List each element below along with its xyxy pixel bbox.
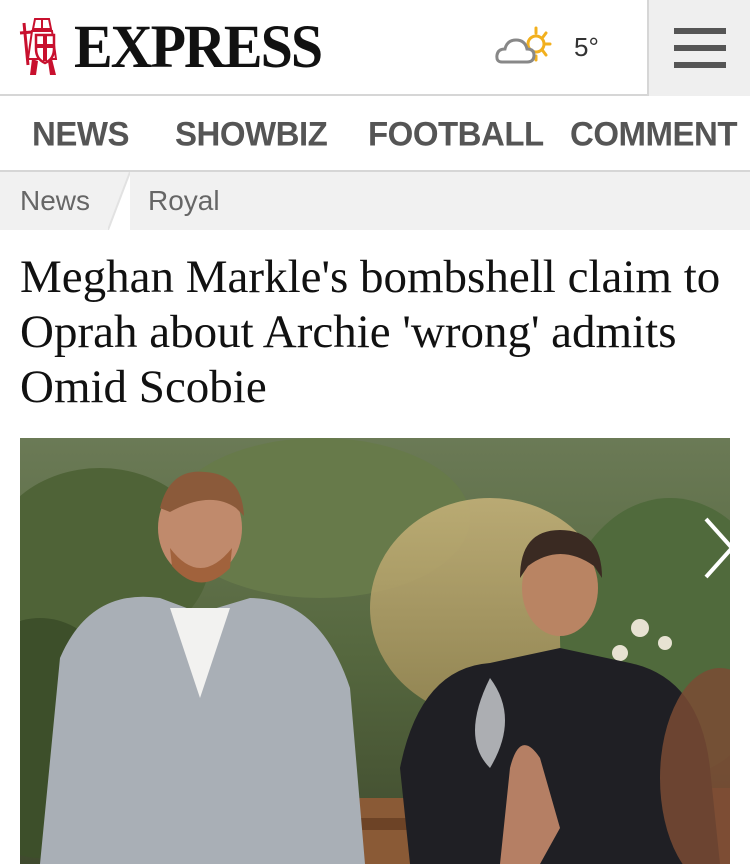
menu-button[interactable] bbox=[647, 0, 750, 96]
article-photo[interactable] bbox=[20, 438, 730, 864]
breadcrumb-news[interactable]: News bbox=[20, 172, 90, 230]
photo-scene bbox=[20, 438, 730, 864]
partly-sunny-icon bbox=[495, 26, 552, 64]
breadcrumb-royal[interactable]: Royal bbox=[148, 172, 220, 230]
chevron-right-icon bbox=[704, 517, 735, 579]
weather-widget[interactable]: 5° bbox=[494, 22, 599, 72]
hamburger-menu-icon bbox=[673, 28, 726, 68]
breadcrumb: News Royal bbox=[0, 172, 750, 230]
nav-item-news[interactable]: NEWS bbox=[32, 94, 130, 174]
temperature: 5° bbox=[574, 31, 599, 62]
nav-item-football[interactable]: FOOTBALL bbox=[368, 94, 544, 174]
breadcrumb-separator bbox=[108, 172, 130, 230]
logo-wordmark: EXPRESS bbox=[74, 12, 323, 81]
nav-item-comment[interactable]: COMMENT bbox=[570, 94, 737, 174]
article-headline: Meghan Markle's bombshell claim to Oprah… bbox=[20, 251, 721, 413]
gallery-next-button[interactable] bbox=[686, 478, 750, 618]
crusader-knight-icon bbox=[19, 18, 58, 75]
nav-item-showbiz[interactable]: SHOWBIZ bbox=[175, 94, 328, 174]
site-logo[interactable]: EXPRESS bbox=[18, 12, 323, 82]
section-nav: NEWS SHOWBIZ FOOTBALL COMMENT bbox=[0, 96, 750, 172]
site-header: EXPRESS 5° bbox=[0, 0, 750, 96]
